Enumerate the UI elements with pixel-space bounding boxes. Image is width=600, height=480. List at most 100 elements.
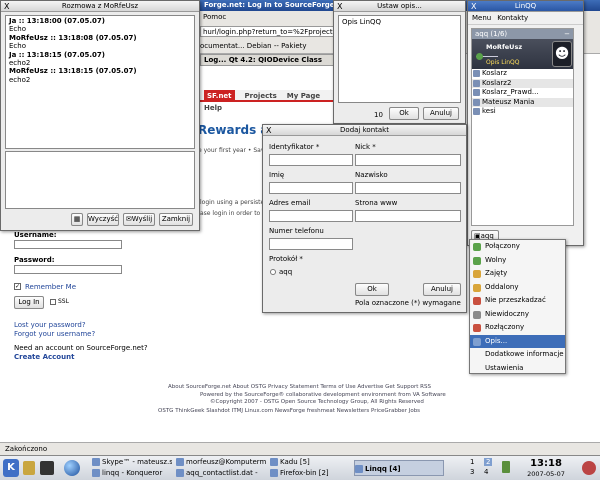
add-contact-cancel-button[interactable]: Anuluj bbox=[423, 283, 461, 296]
task-terminal[interactable]: morfeusz@Komputerm bbox=[176, 457, 266, 468]
status-menu-item-description[interactable]: Opis... bbox=[470, 334, 565, 348]
footer-links-2[interactable]: OSTG ThinkGeek Slashdot ITMJ Linux.com N… bbox=[158, 408, 420, 414]
desktop-1[interactable]: 1 bbox=[470, 458, 474, 466]
remember-checkbox[interactable]: ✓ bbox=[14, 283, 21, 290]
email-label: Adres email bbox=[269, 199, 311, 207]
linqq-menu-contacts[interactable]: Kontakty bbox=[497, 14, 528, 22]
description-cancel-button[interactable]: Anuluj bbox=[423, 107, 459, 120]
contact-status-icon bbox=[473, 108, 480, 115]
terminal-icon[interactable] bbox=[40, 461, 54, 475]
browser-url-field[interactable]: hurl/login.php?return_to=%2Fproject%2 bbox=[200, 26, 340, 37]
contact-name: Koslarz_Prawd... bbox=[482, 88, 539, 96]
contact-item[interactable]: Mateusz Mania bbox=[472, 97, 573, 107]
desktop-4[interactable]: 4 bbox=[484, 468, 488, 476]
chat-message: Ja :: 13:18:15 (07.05.07) echo2 bbox=[9, 51, 191, 68]
ssl-checkbox[interactable] bbox=[50, 299, 56, 305]
footer-links-1[interactable]: About SourceForge.net About OSTG Privacy… bbox=[168, 384, 431, 390]
description-titlebar[interactable]: X Ustaw opis... bbox=[334, 1, 465, 12]
status-menu-item-settings[interactable]: Ustawienia bbox=[470, 362, 565, 376]
nick-field[interactable] bbox=[355, 154, 461, 166]
task-firefox[interactable]: Firefox-bin [2] bbox=[270, 468, 350, 479]
contact-status-icon bbox=[473, 98, 480, 106]
kde-menu-icon[interactable]: K bbox=[3, 459, 19, 477]
sf-nav-mypage[interactable]: My Page bbox=[287, 90, 320, 102]
logout-icon[interactable] bbox=[582, 461, 596, 475]
description-window: X Ustaw opis... Opis LinQQ 10 Ok Anuluj bbox=[333, 0, 466, 124]
linqq-window: X LinQQ Menu Kontakty aqq (1/6) − MoRfeUsz … bbox=[467, 0, 584, 246]
last-name-field[interactable] bbox=[355, 182, 461, 194]
chat-titlebar[interactable]: X Rozmowa z MoRfeUsz bbox=[1, 1, 199, 12]
contact-status-icon bbox=[473, 89, 480, 96]
status-menu-item-online[interactable]: Połączony bbox=[470, 240, 565, 254]
task-label: Linqq [4] bbox=[365, 465, 401, 473]
away-icon bbox=[473, 283, 481, 292]
linqq-titlebar[interactable]: X LinQQ bbox=[468, 1, 583, 12]
tray-icon[interactable] bbox=[502, 461, 510, 473]
desktop-3[interactable]: 3 bbox=[470, 468, 474, 476]
status-menu-item-info[interactable]: Dodatkowe informacje bbox=[470, 348, 565, 362]
browser-tab[interactable]: Log... Qt 4.2: QIODevice Class bbox=[200, 54, 340, 66]
add-contact-ok-button[interactable]: Ok bbox=[355, 283, 389, 296]
status-menu-item-free[interactable]: Wolny bbox=[470, 254, 565, 268]
protocol-radio[interactable] bbox=[270, 269, 276, 275]
status-menu-item-invisible[interactable]: Niewidoczny bbox=[470, 308, 565, 322]
sf-nav-sfnet[interactable]: SF.net bbox=[204, 90, 235, 102]
id-field[interactable] bbox=[269, 154, 353, 166]
description-char-count: 10 bbox=[374, 111, 383, 119]
clear-button[interactable]: Wyczyść bbox=[87, 213, 119, 226]
emoticon-button[interactable]: ▦ bbox=[71, 213, 83, 226]
email-field[interactable] bbox=[269, 210, 353, 222]
close-icon[interactable]: X bbox=[337, 1, 342, 12]
sf-nav-help[interactable]: Help bbox=[204, 102, 222, 114]
status-menu-item-away[interactable]: Oddalony bbox=[470, 281, 565, 295]
browser-icon[interactable] bbox=[64, 460, 80, 476]
task-skype[interactable]: Skype™ - mateusz.sz bbox=[92, 457, 172, 468]
group-header[interactable]: aqq (1/6) − bbox=[472, 29, 573, 39]
contact-item[interactable]: Koslarz_Prawd... bbox=[472, 88, 573, 98]
status-menu-item-offline[interactable]: Rozłączony bbox=[470, 321, 565, 335]
task-konqueror[interactable]: linqq - Konqueror bbox=[92, 468, 172, 479]
contact-item[interactable]: Koslarz bbox=[472, 69, 573, 79]
desktop-pager[interactable]: 1 2 3 4 bbox=[468, 457, 498, 479]
close-icon[interactable]: X bbox=[266, 125, 271, 136]
task-linqq[interactable]: Linqq [4] bbox=[354, 460, 444, 476]
phone-field[interactable] bbox=[269, 238, 353, 250]
close-icon[interactable]: X bbox=[471, 1, 476, 12]
menu-label: Niewidoczny bbox=[485, 309, 529, 318]
chat-history[interactable]: Ja :: 13:18:00 (07.05.07) Echo MoRfeUsz :… bbox=[5, 15, 195, 149]
linqq-menu-menu[interactable]: Menu bbox=[472, 14, 491, 22]
chat-input[interactable] bbox=[5, 151, 195, 209]
contact-item[interactable]: kesi bbox=[472, 107, 573, 117]
sf-nav-projects[interactable]: Projects bbox=[245, 90, 277, 102]
contact-list[interactable]: aqq (1/6) − MoRfeUsz Opis LinQQ ☻ Koslarz… bbox=[471, 28, 574, 226]
grid-icon: ▦ bbox=[73, 215, 81, 223]
login-button[interactable]: Log In bbox=[14, 296, 44, 309]
description-ok-button[interactable]: Ok bbox=[389, 107, 419, 120]
linqq-menubar: Menu Kontakty bbox=[468, 12, 583, 25]
own-profile[interactable]: MoRfeUsz Opis LinQQ ☻ bbox=[472, 39, 573, 69]
task-label: linqq - Konqueror bbox=[102, 469, 163, 477]
status-menu-item-dnd[interactable]: Nie przeszkadzać bbox=[470, 294, 565, 308]
send-button[interactable]: ✉Wyślij bbox=[123, 213, 155, 226]
home-icon[interactable] bbox=[23, 461, 35, 475]
close-icon[interactable]: X bbox=[4, 1, 9, 12]
first-name-field[interactable] bbox=[269, 182, 353, 194]
browser-bookmarks[interactable]: ocumentat... Debian -- Pakiety bbox=[200, 40, 340, 52]
create-account-link[interactable]: Create Account bbox=[14, 353, 74, 361]
forgot-username-link[interactable]: Forgot your username? bbox=[14, 330, 95, 338]
ssl-label: SSL bbox=[58, 298, 69, 305]
status-menu-item-busy[interactable]: Zajęty bbox=[470, 267, 565, 281]
task-kadu[interactable]: Kadu [5] bbox=[270, 457, 350, 468]
close-button[interactable]: Zamknij bbox=[159, 213, 193, 226]
clock-time[interactable]: 13:18 bbox=[516, 458, 576, 469]
contact-item[interactable]: Koslarz2 bbox=[472, 78, 573, 88]
password-label: Password: bbox=[14, 256, 55, 264]
task-editor[interactable]: aqq_contactlist.dat - bbox=[176, 468, 266, 479]
add-contact-titlebar[interactable]: X Dodaj kontakt bbox=[263, 125, 466, 136]
password-input[interactable] bbox=[14, 265, 122, 274]
description-textarea[interactable]: Opis LinQQ bbox=[338, 15, 461, 103]
lost-password-link[interactable]: Lost your password? bbox=[14, 321, 86, 329]
desktop-2[interactable]: 2 bbox=[484, 458, 493, 466]
www-field[interactable] bbox=[355, 210, 461, 222]
username-input[interactable] bbox=[14, 240, 122, 249]
